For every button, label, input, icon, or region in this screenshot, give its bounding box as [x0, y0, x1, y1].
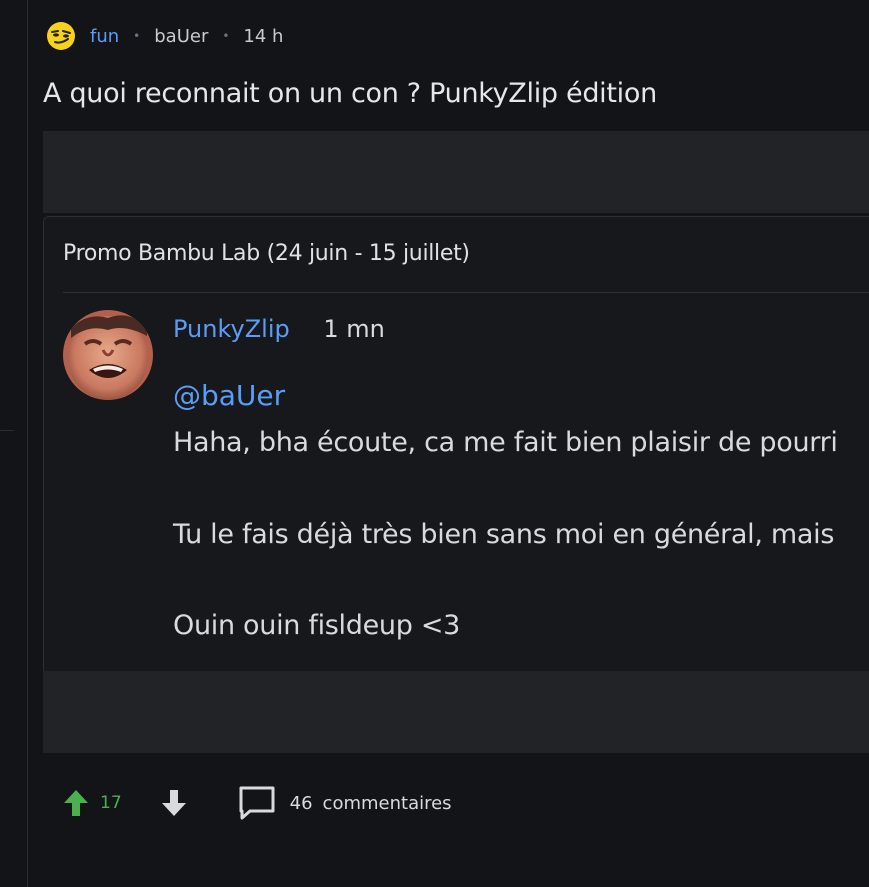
mention-link[interactable]: @baUer [173, 379, 285, 412]
left-divider [0, 430, 14, 431]
post-meta: fun • baUer • 14 h [46, 20, 283, 52]
downvote-button[interactable] [160, 788, 188, 818]
embed-bottom-band [43, 671, 869, 753]
post-age: 14 h [243, 25, 284, 47]
comment-age: 1 mn [323, 315, 385, 343]
comment-text-line: Ouin ouin fisldeup <3 [173, 610, 461, 641]
embed-divider [63, 292, 869, 293]
speech-bubble-icon [239, 786, 275, 820]
comment-text-line: Haha, bha écoute, ca me fait bien plaisi… [173, 427, 838, 458]
embed-top-band [43, 131, 869, 213]
comment-author[interactable]: PunkyZlip [173, 315, 290, 343]
arrow-up-icon [64, 790, 88, 816]
embedded-comment-card[interactable]: Promo Bambu Lab (24 juin - 15 juillet) P… [43, 216, 869, 672]
arrow-down-icon [161, 790, 186, 816]
avatar[interactable] [63, 310, 153, 400]
comments-label: commentaires [322, 792, 452, 814]
meta-separator: • [133, 29, 141, 43]
upvote-count: 17 [100, 793, 122, 813]
embed-header[interactable]: Promo Bambu Lab (24 juin - 15 juillet) [63, 241, 470, 266]
smirking-face-emoji-icon [47, 22, 75, 50]
post-actions: 17 46 commentaires [62, 784, 452, 822]
upvote-button[interactable]: 17 [62, 788, 122, 818]
comments-count: 46 [289, 792, 313, 814]
community-link[interactable]: fun [90, 26, 119, 47]
meta-separator: • [222, 29, 230, 43]
comment-text-line: Tu le fais déjà très bien sans moi en gé… [173, 519, 835, 550]
post-title[interactable]: A quoi reconnait on un con ? PunkyZlip é… [43, 78, 657, 109]
comments-button[interactable]: 46 commentaires [238, 785, 452, 821]
post-author[interactable]: baUer [154, 26, 208, 47]
left-border [27, 0, 28, 887]
comment-meta: PunkyZlip 1 mn [173, 315, 385, 343]
